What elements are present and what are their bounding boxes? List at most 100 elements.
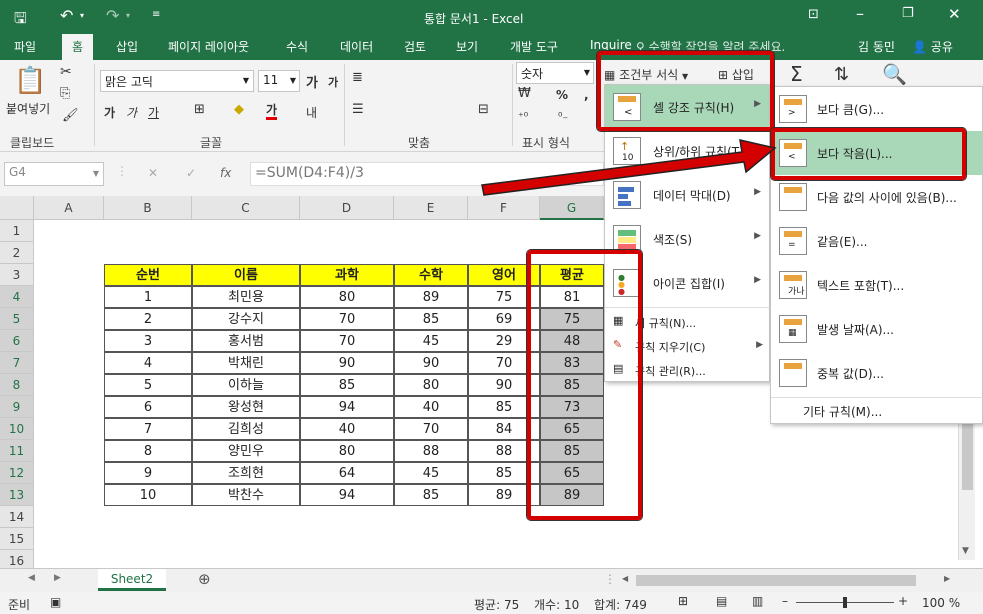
redo-icon[interactable]: ↷ (106, 6, 119, 25)
bold-button[interactable]: 가 (104, 104, 115, 121)
table-cell[interactable]: 90 (300, 352, 394, 374)
format-painter-icon[interactable]: 🖌 (62, 108, 79, 123)
menu-item-duplicate-values[interactable]: 중복 값(D)... (771, 351, 982, 395)
zoom-out-icon[interactable]: – (782, 594, 788, 608)
table-cell[interactable]: 80 (394, 374, 468, 396)
cut-icon[interactable]: ✂ (60, 64, 72, 80)
tab-developer[interactable]: 개발 도구 (510, 38, 558, 55)
tab-review[interactable]: 검토 (404, 38, 426, 55)
table-cell[interactable]: 6 (104, 396, 192, 418)
menu-item-equal-to[interactable]: = 같음(E)... (771, 219, 982, 263)
column-header[interactable]: B (104, 196, 192, 220)
border-icon[interactable]: ⊞ (194, 102, 205, 117)
table-cell[interactable]: 3 (104, 330, 192, 352)
table-cell[interactable]: 70 (394, 418, 468, 440)
row-header[interactable]: 7 (0, 352, 34, 374)
menu-item-greater-than[interactable]: > 보다 큼(G)... (771, 87, 982, 131)
table-cell[interactable]: 이하늘 (192, 374, 300, 396)
decrease-decimal-icon[interactable]: ⁰₋ (558, 110, 568, 123)
tab-view[interactable]: 보기 (456, 38, 478, 55)
share-button[interactable]: 👤 공유 (912, 38, 953, 55)
table-cell[interactable]: 강수지 (192, 308, 300, 330)
row-header[interactable]: 3 (0, 264, 34, 286)
table-cell[interactable]: 4 (104, 352, 192, 374)
copy-icon[interactable]: ⎘ (60, 86, 70, 101)
grow-font-button[interactable]: 가 (306, 72, 318, 91)
table-cell[interactable]: 80 (300, 286, 394, 308)
restore-icon[interactable]: ❐ (902, 6, 914, 21)
drag-handle-icon[interactable]: ⋮ (116, 164, 128, 178)
table-cell[interactable]: 89 (394, 286, 468, 308)
table-cell[interactable]: 7 (104, 418, 192, 440)
scroll-left-icon[interactable]: ◀ (622, 574, 628, 583)
table-cell[interactable]: 9 (104, 462, 192, 484)
row-header[interactable]: 6 (0, 330, 34, 352)
zoom-level[interactable]: 100 % (922, 596, 960, 610)
undo-dropdown-icon[interactable]: ▾ (80, 11, 84, 20)
row-header[interactable]: 8 (0, 374, 34, 396)
close-icon[interactable]: ✕ (948, 5, 961, 23)
add-sheet-icon[interactable]: ⊕ (198, 570, 211, 588)
name-box[interactable]: G4 ▼ (4, 162, 104, 186)
menu-item-date-occurring[interactable]: ▦ 발생 날짜(A)... (771, 307, 982, 351)
table-cell[interactable]: 85 (394, 308, 468, 330)
currency-icon[interactable]: ₩ (518, 86, 531, 101)
row-header[interactable]: 15 (0, 528, 34, 550)
row-header[interactable]: 12 (0, 462, 34, 484)
table-cell[interactable]: 10 (104, 484, 192, 506)
row-header[interactable]: 14 (0, 506, 34, 528)
scrollbar-thumb[interactable] (962, 420, 973, 490)
sheet-tab[interactable]: Sheet2 (98, 569, 166, 591)
row-header[interactable]: 4 (0, 286, 34, 308)
fill-color-icon[interactable]: ◆ (234, 102, 244, 117)
row-header[interactable]: 2 (0, 242, 34, 264)
table-cell[interactable]: 70 (300, 308, 394, 330)
scroll-down-icon[interactable]: ▼ (962, 546, 969, 556)
table-cell[interactable]: 5 (104, 374, 192, 396)
select-all-corner[interactable] (0, 196, 34, 220)
percent-button[interactable]: % (556, 88, 568, 102)
increase-decimal-icon[interactable]: ⁺⁰ (518, 110, 528, 123)
table-cell[interactable]: 40 (300, 418, 394, 440)
table-cell[interactable]: 90 (394, 352, 468, 374)
ribbon-display-icon[interactable]: ⊡ (808, 7, 819, 22)
row-header[interactable]: 13 (0, 484, 34, 506)
table-cell[interactable]: 최민용 (192, 286, 300, 308)
zoom-in-icon[interactable]: + (898, 594, 908, 608)
user-name[interactable]: 김 동민 (858, 38, 895, 55)
table-cell[interactable]: 조희현 (192, 462, 300, 484)
table-cell[interactable]: 45 (394, 462, 468, 484)
table-header-cell[interactable]: 수학 (394, 264, 468, 286)
table-cell[interactable]: 40 (394, 396, 468, 418)
row-header[interactable]: 10 (0, 418, 34, 440)
tab-inquire[interactable]: Inquire (590, 38, 632, 52)
column-header[interactable]: A (34, 196, 104, 220)
row-header[interactable]: 1 (0, 220, 34, 242)
menu-item-more-rules[interactable]: 기타 규칙(M)... (803, 403, 882, 420)
horizontal-scrollbar-thumb[interactable] (636, 575, 916, 586)
font-color-button[interactable]: 가 (266, 104, 278, 120)
row-header[interactable]: 11 (0, 440, 34, 462)
table-cell[interactable]: 88 (394, 440, 468, 462)
align-left-icon[interactable]: ☰ (352, 102, 364, 117)
table-cell[interactable]: 2 (104, 308, 192, 330)
number-format-select[interactable]: 숫자 ▼ (516, 62, 594, 84)
underline-button[interactable]: 가 (148, 104, 159, 121)
table-cell[interactable]: 8 (104, 440, 192, 462)
enter-icon[interactable]: ✓ (186, 166, 196, 180)
table-cell[interactable]: 왕성현 (192, 396, 300, 418)
table-cell[interactable]: 1 (104, 286, 192, 308)
autosum-icon[interactable]: Σ (790, 62, 803, 86)
tab-page-layout[interactable]: 페이지 레이아웃 (168, 38, 249, 55)
find-select-icon[interactable]: 🔍 (882, 62, 907, 86)
comma-button[interactable]: , (584, 88, 589, 102)
column-header[interactable]: E (394, 196, 468, 220)
redo-dropdown-icon[interactable]: ▾ (126, 11, 130, 20)
minimize-icon[interactable]: – (856, 4, 864, 23)
menu-item-text-contains[interactable]: 가나 텍스트 포함(T)... (771, 263, 982, 307)
scroll-right-icon[interactable]: ▶ (944, 574, 950, 583)
table-cell[interactable]: 80 (300, 440, 394, 462)
table-cell[interactable]: 박찬수 (192, 484, 300, 506)
row-header[interactable]: 9 (0, 396, 34, 418)
zoom-slider-thumb[interactable] (843, 597, 847, 608)
